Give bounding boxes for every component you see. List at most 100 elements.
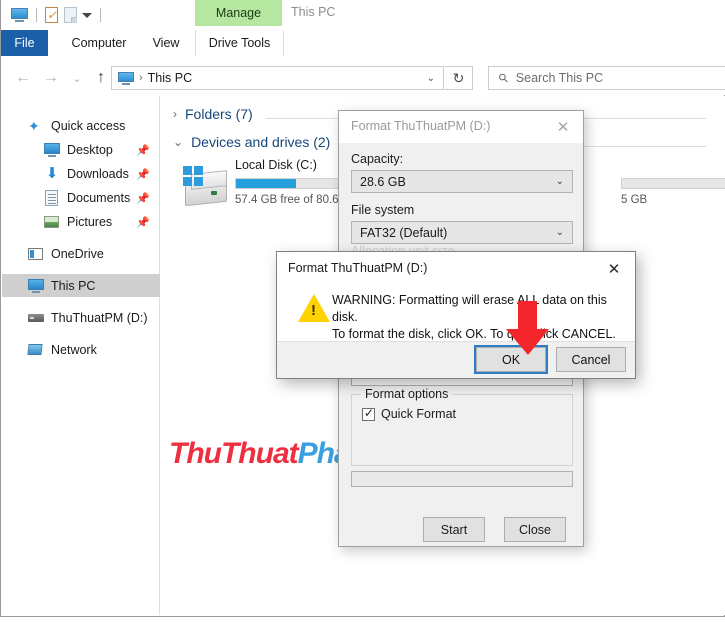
cancel-button[interactable]: Cancel	[556, 347, 626, 372]
ribbon-tabstrip: File Computer View Drive Tools	[1, 30, 725, 57]
sidebar-item-label: Quick access	[51, 118, 126, 133]
warning-triangle-icon	[298, 294, 330, 322]
tab-drive-tools[interactable]: Drive Tools	[195, 30, 284, 56]
format-dialog-titlebar: Format ThuThuatPM (D:) ✕	[339, 111, 583, 143]
progress-bar	[351, 471, 573, 487]
refresh-button[interactable]: ↻	[445, 66, 473, 90]
drive-usage-bar	[621, 178, 725, 189]
pin-icon[interactable]: 📌	[136, 192, 150, 205]
sidebar-item-pictures[interactable]: Pictures 📌	[2, 210, 160, 233]
pin-icon[interactable]: 📌	[136, 144, 150, 157]
capacity-select[interactable]: 28.6 GB ⌄	[351, 170, 573, 193]
warning-message-box: Format ThuThuatPM (D:) ✕ WARNING: Format…	[276, 251, 636, 379]
hard-disk-windows-icon	[181, 166, 227, 207]
message-line-1: WARNING: Formatting will erase ALL data …	[332, 293, 607, 324]
sidebar-item-label: OneDrive	[51, 246, 104, 261]
tab-computer[interactable]: Computer	[61, 30, 137, 56]
quick-access-toolbar: ✓	[11, 4, 104, 26]
this-pc-icon	[28, 278, 44, 294]
drive-usage-bar	[235, 178, 353, 189]
group-header-folders[interactable]: › Folders (7)	[173, 106, 253, 122]
drive-label: Local Disk (C:)	[235, 158, 317, 172]
breadcrumb-this-pc[interactable]: This PC	[148, 71, 192, 85]
windows-logo-icon	[183, 166, 203, 186]
group-header-devices[interactable]: ⌄ Devices and drives (2)	[173, 134, 330, 150]
contextual-tab-manage[interactable]: Manage	[195, 0, 282, 26]
properties-icon[interactable]: ✓	[45, 7, 59, 23]
sidebar-item-onedrive[interactable]: OneDrive	[2, 242, 160, 265]
sidebar-item-label: Documents	[67, 190, 131, 205]
close-button[interactable]: Close	[504, 517, 566, 542]
chevron-right-icon[interactable]: ›	[173, 107, 177, 121]
group-label: Devices and drives (2)	[191, 134, 331, 150]
message-box-footer: OK Cancel	[277, 341, 635, 378]
chevron-down-icon[interactable]: ⌄	[556, 176, 564, 187]
tab-view[interactable]: View	[145, 30, 187, 56]
pin-icon[interactable]: 📌	[136, 216, 150, 229]
documents-icon	[44, 189, 60, 206]
recent-locations-button[interactable]: ⌄	[67, 68, 87, 88]
filesystem-select[interactable]: FAT32 (Default) ⌄	[351, 221, 573, 244]
network-icon	[27, 342, 44, 358]
sidebar-item-network[interactable]: Network	[2, 338, 160, 361]
search-placeholder: Search This PC	[515, 71, 604, 85]
start-button[interactable]: Start	[423, 517, 485, 542]
monitor-icon[interactable]	[11, 8, 28, 22]
chevron-down-icon[interactable]: ⌄	[427, 73, 435, 84]
navigation-pane: ✦ Quick access Desktop 📌 ⬇ Downloads 📌 D…	[2, 96, 160, 615]
message-box-body: WARNING: Formatting will erase ALL data …	[277, 286, 635, 344]
address-input[interactable]: › This PC ⌄	[111, 66, 444, 90]
toolbar-divider	[36, 8, 37, 22]
chevron-down-icon[interactable]: ⌄	[556, 227, 564, 238]
sidebar-item-label: Desktop	[67, 142, 113, 157]
capacity-value: 28.6 GB	[360, 174, 406, 189]
sidebar-item-label: This PC	[51, 278, 96, 293]
tab-file[interactable]: File	[1, 30, 48, 56]
window-title: This PC	[291, 5, 336, 19]
format-dialog-title: Format ThuThuatPM (D:)	[351, 119, 491, 133]
sidebar-item-quick-access[interactable]: ✦ Quick access	[2, 114, 160, 137]
star-pin-icon: ✦	[28, 117, 40, 134]
pin-icon[interactable]: 📌	[136, 168, 150, 181]
up-button[interactable]: ↑	[91, 68, 111, 88]
sidebar-item-label: Network	[51, 342, 97, 357]
sidebar-item-desktop[interactable]: Desktop 📌	[2, 138, 160, 161]
quick-format-checkbox[interactable]: Quick Format	[362, 406, 457, 421]
sidebar-item-label: ThuThuatPM (D:)	[51, 310, 148, 325]
new-folder-icon[interactable]	[64, 7, 77, 23]
red-down-arrow-annotation	[506, 301, 552, 356]
drive-usage-fill	[236, 179, 297, 188]
customize-caret-icon[interactable]	[82, 7, 92, 23]
desktop-icon	[44, 142, 60, 158]
format-options-group: Format options Quick Format	[351, 387, 573, 466]
checkbox-icon[interactable]	[362, 406, 375, 421]
address-bar: ← → ⌄ ↑ › This PC ⌄ ↻ ⚲ Search This PC	[1, 60, 725, 95]
title-bar: ✓ Manage This PC	[1, 0, 725, 30]
quick-format-label: Quick Format	[381, 407, 457, 421]
search-icon: ⚲	[495, 69, 512, 87]
chevron-down-icon[interactable]: ⌄	[173, 135, 183, 149]
onedrive-icon	[28, 246, 44, 262]
search-input[interactable]: ⚲ Search This PC	[488, 66, 725, 90]
message-box-title: Format ThuThuatPM (D:)	[288, 261, 428, 275]
sidebar-item-this-pc[interactable]: This PC	[2, 274, 160, 297]
sidebar-item-documents[interactable]: Documents 📌	[2, 186, 160, 209]
sidebar-item-label: Downloads	[67, 166, 129, 181]
sidebar-item-label: Pictures	[67, 214, 113, 229]
back-button[interactable]: ←	[13, 68, 33, 88]
message-box-titlebar: Format ThuThuatPM (D:) ✕	[277, 252, 635, 286]
filesystem-label: File system	[351, 203, 415, 217]
forward-button[interactable]: →	[41, 68, 61, 88]
pictures-icon	[44, 214, 60, 230]
file-explorer-window: ✓ Manage This PC File Computer View Driv…	[0, 0, 725, 617]
group-label: Folders (7)	[185, 106, 253, 122]
close-icon[interactable]: ✕	[593, 252, 635, 285]
close-icon[interactable]: ✕	[543, 111, 583, 142]
watermark-part-red: ThuThuat	[169, 437, 299, 470]
toolbar-divider-2	[100, 8, 101, 22]
filesystem-value: FAT32 (Default)	[360, 225, 448, 240]
sidebar-item-thuthuatpm-d[interactable]: ThuThuatPM (D:)	[2, 306, 160, 329]
sidebar-item-downloads[interactable]: ⬇ Downloads 📌	[2, 162, 160, 185]
format-options-label: Format options	[361, 387, 453, 401]
capacity-label: Capacity:	[351, 152, 404, 166]
